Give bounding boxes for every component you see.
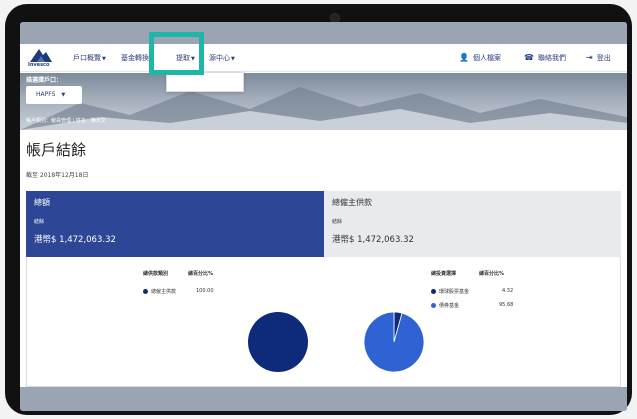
bottom-bar bbox=[20, 387, 627, 411]
card-amount: 港幣$ 1,472,063.32 bbox=[34, 235, 116, 245]
chevron-down-icon: ▼ bbox=[231, 56, 235, 62]
top-bar bbox=[20, 22, 627, 44]
account-select-label: 描選擇戶口： bbox=[26, 77, 63, 84]
contribution-type-header: 總供款類別 bbox=[143, 271, 169, 277]
user-icon: 👤 bbox=[459, 53, 469, 62]
logout-icon: ⇥ bbox=[586, 53, 593, 62]
account-info: 帳戶類別：僱員管理 | 姓名：陳大文 bbox=[26, 118, 106, 124]
card-amount: 港幣$ 1,472,063.32 bbox=[332, 235, 414, 245]
logout-label: 登出 bbox=[596, 54, 611, 62]
chevron-down-icon: ▼ bbox=[102, 56, 106, 62]
row-label: 環球股票基金 bbox=[439, 289, 470, 295]
mountain-background bbox=[20, 87, 627, 130]
account-select-value: HAPFS bbox=[36, 91, 56, 98]
phone-icon: ☎ bbox=[524, 53, 534, 62]
hero-banner: 描選擇戶口： HAPFS ▼ 帳戶類別：僱員管理 | 姓名：陳大文 bbox=[20, 73, 627, 130]
logo-text: Invesco bbox=[28, 62, 50, 68]
card-subtitle: 結餘 bbox=[34, 219, 45, 225]
legend-dot bbox=[431, 303, 436, 308]
withdrawal-dropdown-menu[interactable] bbox=[166, 72, 244, 92]
tablet-frame: Invesco 戶口概覽▼ 基金轉換▼ 提取▼ 源中心▼ 👤 個人檔案 ☎ 聯絡… bbox=[5, 4, 632, 415]
table-row: 總僱主供款 bbox=[143, 288, 176, 295]
legend-dot bbox=[143, 289, 148, 294]
account-select[interactable]: HAPFS ▼ bbox=[26, 86, 82, 104]
row-label: 債券基金 bbox=[439, 303, 460, 309]
total-balance-card[interactable]: 總額 結餘 港幣$ 1,472,063.32 bbox=[26, 191, 324, 257]
nav-item-label: 戶口概覽 bbox=[73, 54, 101, 62]
pie-slice-1 bbox=[363, 311, 425, 373]
contact-link[interactable]: ☎ 聯絡我們 bbox=[524, 53, 566, 63]
app-window: Invesco 戶口概覽▼ 基金轉換▼ 提取▼ 源中心▼ 👤 個人檔案 ☎ 聯絡… bbox=[20, 44, 627, 387]
contribution-pie-chart[interactable] bbox=[247, 311, 309, 373]
nav-item-label: 基金轉換 bbox=[121, 54, 149, 62]
row-value: 100.00 bbox=[196, 288, 214, 294]
as-of-date: 截至 2018年12月18日 bbox=[26, 172, 89, 179]
percentage-header: 總百分比% bbox=[188, 271, 214, 277]
row-value: 4.32 bbox=[502, 288, 514, 294]
page-title: 帳戶結餘 bbox=[26, 141, 87, 159]
percentage-header: 總百分比% bbox=[479, 271, 505, 277]
investment-choice-header: 總投資選擇 bbox=[431, 271, 457, 277]
chevron-down-icon: ▼ bbox=[61, 92, 66, 98]
top-nav: Invesco 戶口概覽▼ 基金轉換▼ 提取▼ 源中心▼ 👤 個人檔案 ☎ 聯絡… bbox=[20, 44, 627, 72]
card-title: 總額 bbox=[34, 198, 50, 207]
profile-label: 個人檔案 bbox=[472, 54, 501, 62]
logout-link[interactable]: ⇥ 登出 bbox=[586, 53, 611, 63]
pie-slice-employer bbox=[248, 312, 308, 372]
profile-link[interactable]: 👤 個人檔案 bbox=[459, 53, 501, 63]
investment-pie-chart[interactable] bbox=[363, 311, 425, 373]
employer-contribution-card[interactable]: 總僱主供款 結餘 港幣$ 1,472,063.32 bbox=[324, 191, 621, 257]
tablet-screen: Invesco 戶口概覽▼ 基金轉換▼ 提取▼ 源中心▼ 👤 個人檔案 ☎ 聯絡… bbox=[20, 22, 627, 411]
card-title: 總僱主供款 bbox=[332, 198, 372, 207]
mountain-logo-icon bbox=[30, 49, 52, 62]
nav-item-resource-center[interactable]: 源中心▼ bbox=[209, 53, 235, 63]
table-row: 債券基金 bbox=[431, 302, 459, 309]
table-row: 環球股票基金 bbox=[431, 288, 469, 295]
card-subtitle: 結餘 bbox=[332, 219, 343, 225]
highlight-box bbox=[149, 32, 204, 75]
row-value: 95.68 bbox=[499, 302, 514, 308]
legend-dot bbox=[431, 289, 436, 294]
invesco-logo[interactable]: Invesco bbox=[28, 47, 54, 69]
nav-item-label: 源中心 bbox=[209, 54, 230, 62]
row-label: 總僱主供款 bbox=[151, 289, 177, 295]
contact-label: 聯絡我們 bbox=[537, 54, 566, 62]
allocation-panel: 總供款類別 總百分比% 總僱主供款 100.00 總投資選擇 總百分比% 環球股… bbox=[26, 257, 621, 387]
nav-item-account-overview[interactable]: 戶口概覽▼ bbox=[73, 53, 106, 63]
